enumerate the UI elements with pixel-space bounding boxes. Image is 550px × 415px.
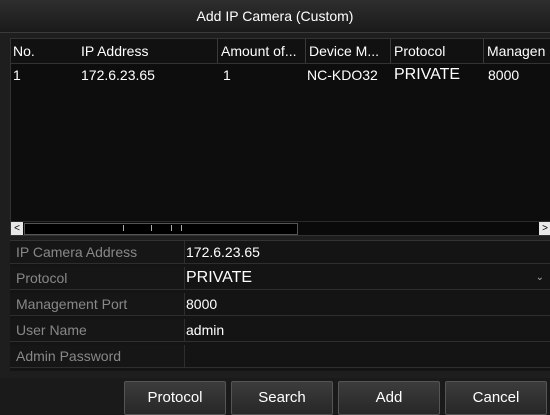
- cell-protocol: PRIVATE: [394, 66, 461, 83]
- management-port-label: Management Port: [10, 293, 185, 315]
- camera-table: No. IP Address Amount of... Device M... …: [10, 38, 550, 236]
- admin-password-label: Admin Password: [10, 345, 185, 367]
- scroll-left-icon[interactable]: <: [11, 222, 23, 235]
- management-port-input[interactable]: 8000: [186, 293, 546, 315]
- admin-password-input[interactable]: [186, 345, 546, 367]
- dialog-title: Add IP Camera (Custom): [0, 0, 550, 33]
- ip-address-input[interactable]: 172.6.23.65: [186, 241, 546, 263]
- scroll-tick: [151, 225, 152, 231]
- scroll-right-icon[interactable]: >: [539, 222, 550, 235]
- cell-amount: 1: [223, 67, 231, 83]
- column-header-no[interactable]: No.: [13, 39, 73, 63]
- cancel-button[interactable]: Cancel: [445, 381, 547, 415]
- ip-address-row: IP Camera Address 172.6.23.65: [10, 241, 550, 264]
- button-bar: Protocol Search Add Cancel: [0, 378, 550, 415]
- user-name-input[interactable]: admin: [186, 319, 546, 341]
- cell-ip-address: 172.6.23.65: [81, 67, 155, 83]
- management-port-row: Management Port 8000: [10, 293, 550, 316]
- column-header-ip-address[interactable]: IP Address: [81, 39, 211, 63]
- ip-address-label: IP Camera Address: [10, 241, 185, 263]
- chevron-down-icon[interactable]: ⌄: [536, 267, 544, 289]
- scroll-tick: [181, 225, 182, 231]
- protocol-select-value: PRIVATE: [186, 269, 253, 286]
- table-header: No. IP Address Amount of... Device M... …: [11, 39, 550, 64]
- protocol-row: Protocol PRIVATE ⌄: [10, 267, 550, 290]
- protocol-button[interactable]: Protocol: [124, 381, 226, 415]
- cell-no: 1: [13, 67, 21, 83]
- protocol-label: Protocol: [10, 267, 185, 289]
- search-button[interactable]: Search: [231, 381, 333, 415]
- scroll-tick: [171, 225, 172, 231]
- cell-management-port: 8000: [488, 67, 520, 83]
- cell-device-model: NC-KDO32: [307, 67, 378, 83]
- add-button[interactable]: Add: [338, 381, 440, 415]
- add-ip-camera-dialog: Add IP Camera (Custom) No. IP Address Am…: [0, 0, 550, 415]
- column-header-management-port[interactable]: Managen: [483, 39, 550, 63]
- user-name-row: User Name admin: [10, 319, 550, 342]
- user-name-label: User Name: [10, 319, 185, 341]
- scrollbar-thumb[interactable]: [24, 223, 298, 235]
- column-header-protocol[interactable]: Protocol: [390, 39, 482, 63]
- admin-password-row: Admin Password: [10, 345, 550, 368]
- column-header-device-model[interactable]: Device M...: [305, 39, 389, 63]
- protocol-select[interactable]: PRIVATE ⌄: [186, 267, 546, 289]
- scroll-tick: [123, 225, 124, 231]
- table-row[interactable]: 1 172.6.23.65 1 NC-KDO32 PRIVATE 8000: [11, 64, 550, 86]
- camera-form: IP Camera Address 172.6.23.65 Protocol P…: [10, 240, 550, 371]
- horizontal-scrollbar[interactable]: < >: [11, 221, 550, 235]
- column-header-amount[interactable]: Amount of...: [217, 39, 309, 63]
